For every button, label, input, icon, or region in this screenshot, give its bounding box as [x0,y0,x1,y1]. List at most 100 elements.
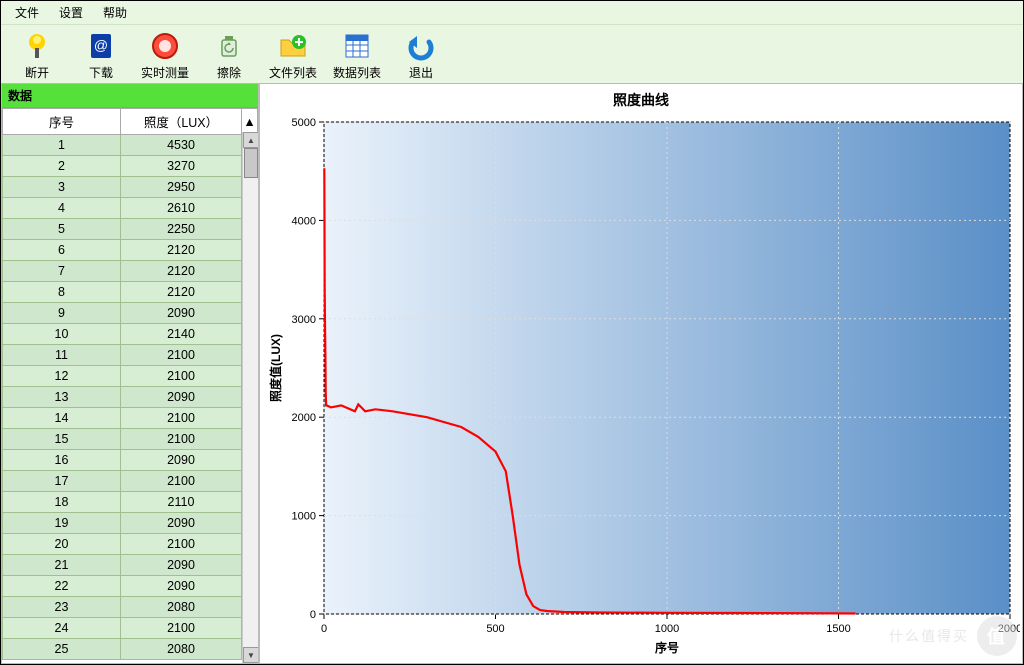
table-row[interactable]: 202100 [3,534,258,555]
svg-text:1500: 1500 [826,623,850,635]
svg-text:4000: 4000 [292,215,316,227]
cell-index: 13 [3,387,121,408]
table-row[interactable]: 172100 [3,471,258,492]
download-icon: @ [85,30,117,62]
erase-button[interactable]: 擦除 [197,30,261,81]
scrollbar[interactable]: ▲ ▼ [242,132,258,663]
toolbar-label: 文件列表 [261,64,325,81]
cell-lux: 2140 [121,324,242,345]
cell-index: 15 [3,429,121,450]
cell-index: 18 [3,492,121,513]
data-panel: 数据 序号 照度（LUX） ▲ 145302327032950426105225… [1,83,259,664]
table-row[interactable]: 152100 [3,429,258,450]
cell-lux: 2090 [121,387,242,408]
table-row[interactable]: 242100 [3,618,258,639]
cell-lux: 2090 [121,555,242,576]
table-row[interactable]: 42610 [3,198,258,219]
cell-lux: 2100 [121,471,242,492]
table-row[interactable]: 52250 [3,219,258,240]
data-panel-title: 数据 [2,84,258,108]
table-row[interactable]: 162090 [3,450,258,471]
cell-lux: 2080 [121,597,242,618]
cell-lux: 2090 [121,450,242,471]
table-row[interactable]: 102140 [3,324,258,345]
lux-chart: 0500100015002000010002000300040005000序号照… [260,114,1020,662]
exit-button[interactable]: 退出 [389,30,453,81]
toolbar-label: 擦除 [197,64,261,81]
menu-bar: 文件 设置 帮助 [1,1,1023,25]
cell-lux: 2110 [121,492,242,513]
table-row[interactable]: 142100 [3,408,258,429]
col-scroll: ▲ [242,109,258,135]
table-row[interactable]: 92090 [3,303,258,324]
download-button[interactable]: @ 下载 [69,30,133,81]
table-row[interactable]: 112100 [3,345,258,366]
col-lux[interactable]: 照度（LUX） [121,109,242,135]
table-row[interactable]: 122100 [3,366,258,387]
svg-text:2000: 2000 [292,412,316,424]
cell-lux: 2100 [121,534,242,555]
cell-index: 22 [3,576,121,597]
svg-text:1000: 1000 [655,623,679,635]
table-row[interactable]: 32950 [3,177,258,198]
cell-lux: 2100 [121,429,242,450]
table-row[interactable]: 192090 [3,513,258,534]
cell-lux: 2250 [121,219,242,240]
chart-panel: 照度曲线 05001000150020000100020003000400050… [259,83,1023,664]
cell-index: 9 [3,303,121,324]
cell-lux: 3270 [121,156,242,177]
file-list-button[interactable]: 文件列表 [261,30,325,81]
scroll-down-button[interactable]: ▼ [243,647,258,663]
toolbar-label: 数据列表 [325,64,389,81]
svg-text:5000: 5000 [292,117,316,129]
cell-index: 24 [3,618,121,639]
table-row[interactable]: 252080 [3,639,258,660]
table-row[interactable]: 132090 [3,387,258,408]
toolbar-label: 实时测量 [133,64,197,81]
realtime-icon [149,30,181,62]
cell-index: 7 [3,261,121,282]
cell-index: 10 [3,324,121,345]
table-row[interactable]: 82120 [3,282,258,303]
cell-index: 11 [3,345,121,366]
table-row[interactable]: 212090 [3,555,258,576]
disconnect-button[interactable]: 断开 [5,30,69,81]
cell-lux: 2120 [121,240,242,261]
cell-index: 21 [3,555,121,576]
realtime-button[interactable]: 实时测量 [133,30,197,81]
data-list-icon [341,30,373,62]
table-row[interactable]: 232080 [3,597,258,618]
table-row[interactable]: 23270 [3,156,258,177]
table-row[interactable]: 72120 [3,261,258,282]
col-index[interactable]: 序号 [3,109,121,135]
table-row[interactable]: 62120 [3,240,258,261]
menu-help[interactable]: 帮助 [93,2,137,23]
svg-text:0: 0 [321,623,327,635]
menu-file[interactable]: 文件 [5,2,49,23]
cell-index: 19 [3,513,121,534]
svg-text:500: 500 [486,623,504,635]
cell-index: 3 [3,177,121,198]
data-list-button[interactable]: 数据列表 [325,30,389,81]
cell-lux: 2100 [121,618,242,639]
cell-lux: 2100 [121,408,242,429]
menu-settings[interactable]: 设置 [49,2,93,23]
cell-index: 23 [3,597,121,618]
cell-lux: 2950 [121,177,242,198]
exit-icon [405,30,437,62]
cell-lux: 2120 [121,282,242,303]
cell-index: 14 [3,408,121,429]
cell-lux: 2100 [121,366,242,387]
table-row[interactable]: 182110 [3,492,258,513]
cell-lux: 2610 [121,198,242,219]
cell-index: 12 [3,366,121,387]
table-row[interactable]: 14530 [3,135,258,156]
disconnect-icon [21,30,53,62]
scroll-up-button[interactable]: ▲ [243,132,258,148]
scroll-thumb[interactable] [244,148,258,178]
table-row[interactable]: 222090 [3,576,258,597]
cell-index: 25 [3,639,121,660]
toolbar: 断开 @ 下载 实时测量 擦除 文件列表 数据列表 退出 [1,25,1023,83]
svg-text:1000: 1000 [292,511,316,523]
svg-text:照度值(LUX): 照度值(LUX) [268,334,283,402]
